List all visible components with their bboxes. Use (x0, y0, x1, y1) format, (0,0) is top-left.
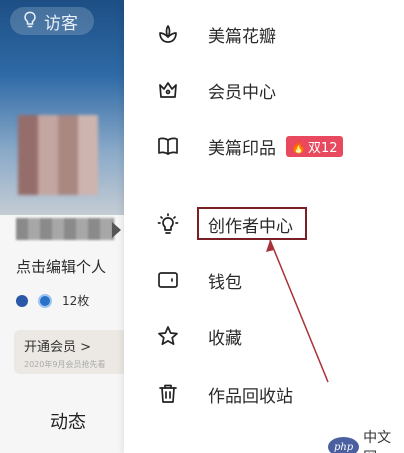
highlight-box (197, 207, 307, 240)
menu-label: 收藏 (208, 328, 242, 349)
badge-count: 12枚 (62, 294, 90, 308)
badge-icon (38, 293, 52, 308)
person-icon (16, 294, 28, 307)
menu-label: 会员中心 (208, 82, 276, 103)
username-blurred (16, 218, 114, 240)
menu-label: 钱包 (208, 272, 242, 293)
menu-label: 美篇花瓣 (208, 26, 276, 47)
crown-icon (156, 78, 180, 102)
menu-label: 作品回收站 (208, 386, 293, 407)
visitor-icon (20, 9, 40, 34)
edit-profile-hint[interactable]: 点击编辑个人 (16, 256, 106, 277)
watermark: php 中文网 (328, 427, 404, 453)
menu-item-prints[interactable]: 美篇印品 🔥 双12 (124, 126, 404, 166)
visitor-button[interactable]: 访客 (10, 7, 94, 35)
menu-item-petals[interactable]: 美篇花瓣 (124, 14, 404, 54)
chevron-right-icon (112, 222, 121, 238)
background-profile-panel: 访客 点击编辑个人 12枚 开通会员 > 2020年9月会员抢先看 动态 (0, 0, 124, 453)
menu-item-member-center[interactable]: 会员中心 (124, 70, 404, 110)
vip-subtitle: 2020年9月会员抢先看 (24, 360, 106, 369)
trash-icon (156, 382, 180, 406)
watermark-text: 中文网 (363, 430, 392, 453)
side-drawer: 美篇花瓣 会员中心 美篇印品 🔥 双12 创作者中心 钱包 收藏 作品回收站 (124, 0, 404, 453)
vip-title: 开通会员 > (24, 340, 92, 355)
lightbulb-icon (156, 212, 180, 236)
visitor-label: 访客 (44, 13, 78, 34)
menu-item-favorites[interactable]: 收藏 (124, 316, 404, 356)
menu-label: 美篇印品 (208, 138, 276, 159)
watermark-logo: php (328, 437, 360, 453)
menu-item-recycle-bin[interactable]: 作品回收站 (124, 374, 404, 414)
flower-icon (156, 22, 180, 46)
tab-feed[interactable]: 动态 (50, 408, 86, 434)
vip-card[interactable]: 开通会员 > 2020年9月会员抢先看 (14, 330, 124, 374)
star-icon (156, 324, 180, 348)
profile-stats: 12枚 (16, 292, 89, 309)
promo-badge: 🔥 双12 (286, 136, 343, 157)
flame-icon: 🔥 (291, 139, 306, 154)
promo-badge-text: 双12 (307, 141, 338, 156)
wallet-icon (156, 268, 180, 292)
menu-item-wallet[interactable]: 钱包 (124, 260, 404, 300)
book-icon (156, 134, 180, 158)
avatar[interactable] (18, 115, 98, 195)
